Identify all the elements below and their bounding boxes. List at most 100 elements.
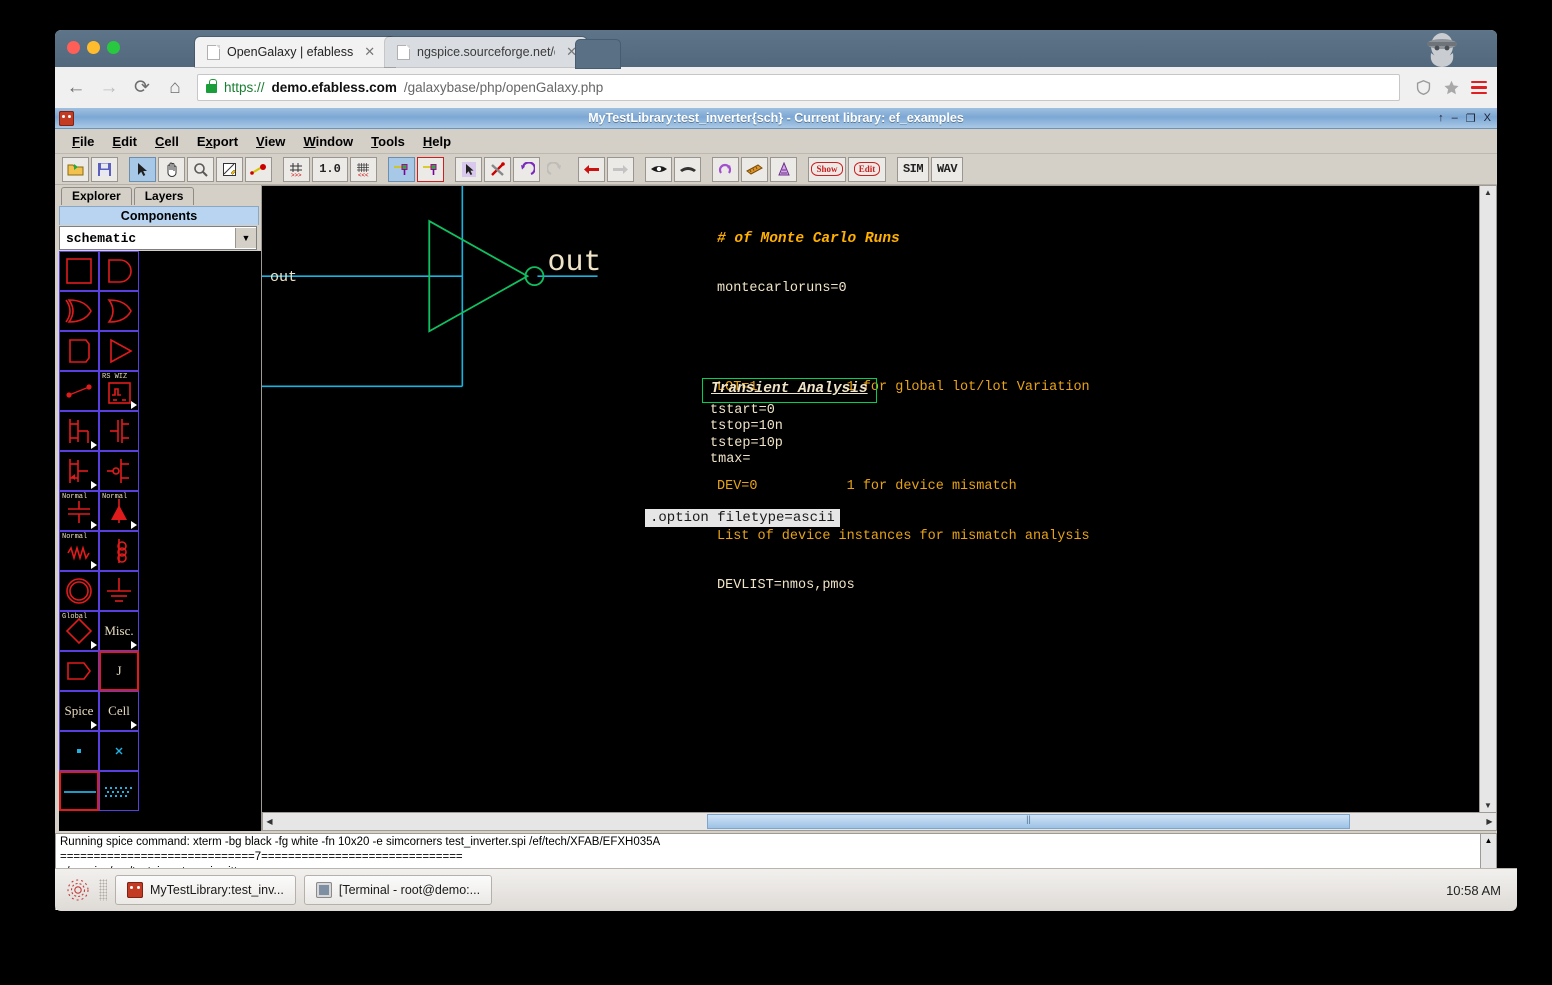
pan-hand-icon[interactable] — [158, 156, 185, 182]
tab-layers[interactable]: Layers — [133, 187, 195, 205]
palette-item-pmos-transistor[interactable] — [99, 411, 139, 451]
palette-item-flag-shape[interactable] — [59, 331, 99, 371]
ruler-icon[interactable] — [741, 156, 768, 182]
more-arrow-icon[interactable] — [131, 401, 137, 409]
minimize-icon[interactable]: – — [1452, 112, 1458, 124]
spice-option-text[interactable]: .option filetype=ascii — [645, 509, 840, 527]
scroll-right-icon[interactable]: ▶ — [1483, 817, 1496, 826]
more-arrow-icon[interactable] — [91, 561, 97, 569]
menu-cell[interactable]: Cell — [146, 132, 188, 151]
menu-window[interactable]: Window — [294, 132, 362, 151]
more-arrow-icon[interactable] — [91, 641, 97, 649]
chevron-down-icon[interactable]: ▼ — [235, 228, 256, 248]
save-library-icon[interactable] — [91, 156, 118, 182]
menu-view[interactable]: View — [247, 132, 294, 151]
menu-tools[interactable]: Tools — [362, 132, 414, 151]
scroll-down-icon[interactable]: ▼ — [1484, 801, 1492, 810]
grid-coarse-icon[interactable]: >>> — [283, 156, 310, 182]
back-arrow-icon[interactable] — [578, 156, 605, 182]
address-bar[interactable]: https:// demo.efabless.com/galaxybase/php… — [197, 74, 1400, 101]
sim-button[interactable]: SIM — [897, 156, 929, 182]
palette-item-buffer-triangle[interactable] — [99, 331, 139, 371]
menu-export[interactable]: Export — [188, 132, 247, 151]
measure-icon[interactable] — [770, 156, 797, 182]
more-arrow-icon[interactable] — [91, 521, 97, 529]
taskbar-item-electric[interactable]: MyTestLibrary:test_inv... — [115, 875, 296, 905]
forward-arrow-icon[interactable] — [607, 156, 634, 182]
app-window-buttons[interactable]: ↑ – ❐ X — [1438, 112, 1491, 125]
palette-item-cell-group[interactable]: Cell — [99, 691, 139, 731]
outline-pencil-icon[interactable] — [216, 156, 243, 182]
port-box-icon[interactable] — [417, 156, 444, 182]
desktop-menu-icon[interactable] — [65, 877, 91, 903]
grid-fine-icon[interactable]: <<< — [350, 156, 377, 182]
palette-item-bus-dots[interactable] — [99, 771, 139, 811]
palette-item-pin-dot[interactable] — [59, 731, 99, 771]
new-tab-button[interactable] — [575, 39, 621, 69]
taskbar-item-terminal[interactable]: [Terminal - root@demo:... — [303, 875, 493, 905]
palette-item-source-circle[interactable] — [59, 571, 99, 611]
browser-menu-icon[interactable] — [1471, 80, 1487, 95]
more-arrow-icon[interactable] — [131, 521, 137, 529]
palette-item-xor-gate[interactable] — [99, 291, 139, 331]
redo-arrow-icon[interactable] — [542, 158, 567, 181]
pointer-special-icon[interactable] — [455, 156, 482, 182]
palette-item-diode[interactable]: Normal — [99, 491, 139, 531]
canvas-horizontal-scrollbar[interactable]: ◀ ▶ — [262, 813, 1497, 831]
scroll-up-icon[interactable]: ▲ — [1484, 188, 1492, 197]
palette-item-ground-symbol[interactable] — [99, 571, 139, 611]
technology-select[interactable]: schematic ▼ — [59, 226, 257, 250]
hscroll-thumb[interactable] — [706, 814, 1351, 829]
scroll-up-icon[interactable]: ▲ — [1485, 836, 1493, 845]
palette-item-off-page-pin[interactable] — [59, 651, 99, 691]
palette-item-wire-blue[interactable] — [59, 771, 99, 811]
palette-item-spice-group[interactable]: Spice — [59, 691, 99, 731]
maximize-window-button[interactable] — [107, 41, 120, 54]
menu-help[interactable]: Help — [414, 132, 460, 151]
palette-item-josephson-j[interactable]: J — [99, 651, 139, 691]
grid-size-value[interactable]: 1.0 — [312, 156, 348, 182]
undo-arrow-icon[interactable] — [513, 156, 540, 182]
back-icon[interactable]: ← — [65, 77, 87, 99]
palette-item-pmos-bubble[interactable] — [99, 451, 139, 491]
wire-node-icon[interactable] — [245, 156, 272, 182]
close-icon[interactable]: X — [1484, 112, 1491, 124]
tools-cross-icon[interactable] — [484, 156, 511, 182]
browser-tab-active[interactable]: OpenGalaxy | efabless ✕ — [195, 37, 395, 67]
select-arrow-icon[interactable] — [129, 156, 156, 182]
rollup-icon[interactable]: ↑ — [1438, 112, 1444, 124]
more-arrow-icon[interactable] — [131, 641, 137, 649]
palette-item-misc-group[interactable]: Misc. — [99, 611, 139, 651]
window-traffic-lights[interactable] — [67, 41, 120, 54]
palette-item-nmos-transistor[interactable] — [59, 411, 99, 451]
transient-heading-selection[interactable]: Transient Analysis — [702, 378, 877, 403]
palette-item-inductor[interactable] — [99, 531, 139, 571]
menu-edit[interactable]: Edit — [103, 132, 146, 151]
palette-item-box-shape[interactable] — [59, 251, 99, 291]
close-window-button[interactable] — [67, 41, 80, 54]
menu-file[interactable]: File — [63, 132, 103, 151]
palette-item-nmos-4t[interactable] — [59, 451, 99, 491]
shield-icon[interactable] — [1415, 79, 1432, 96]
schematic-canvas[interactable]: out out # of Monte Carlo Runs montecarlo… — [262, 185, 1497, 813]
maximize-icon[interactable]: ❐ — [1466, 112, 1476, 125]
palette-item-capacitor[interactable]: Normal — [59, 491, 99, 531]
palette-item-buffer-d-shape[interactable] — [99, 251, 139, 291]
palette-item-resistor[interactable]: Normal — [59, 531, 99, 571]
canvas-vertical-scrollbar[interactable]: ▲ ▼ — [1479, 186, 1496, 812]
port-left-icon[interactable] — [388, 156, 415, 182]
more-arrow-icon[interactable] — [91, 441, 97, 449]
more-arrow-icon[interactable] — [131, 721, 137, 729]
palette-item-global-signal[interactable]: Global — [59, 611, 99, 651]
peek-eye-icon[interactable] — [645, 156, 672, 182]
more-arrow-icon[interactable] — [91, 481, 97, 489]
palette-item-or-gate[interactable] — [59, 291, 99, 331]
component-palette[interactable]: RS WIZ Normal Normal Normal Global Misc. J Spic… — [59, 251, 261, 831]
forward-icon[interactable]: → — [98, 77, 120, 99]
open-library-icon[interactable] — [62, 156, 89, 182]
zoom-magnifier-icon[interactable] — [187, 156, 214, 182]
browser-tab-inactive[interactable]: ngspice.sourceforge.net/dc ✕ — [385, 37, 587, 67]
edit-button[interactable]: Edit — [848, 156, 886, 182]
transient-analysis-block[interactable]: Transient Analysis tstart=0 tstop=10n ts… — [702, 378, 877, 469]
minimize-window-button[interactable] — [87, 41, 100, 54]
